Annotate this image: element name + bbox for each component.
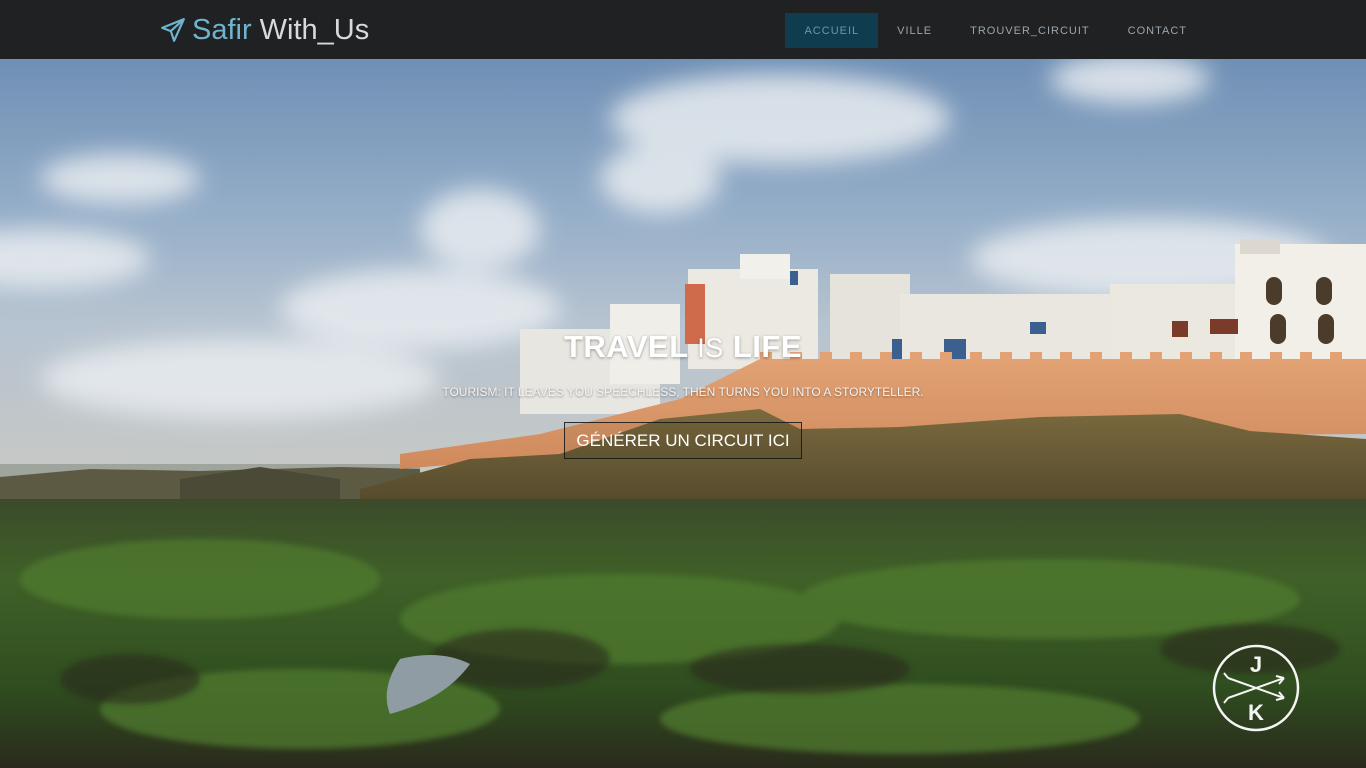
brand-logo[interactable]: Safir With_Us [160, 12, 369, 48]
hero-section: TRAVEL IS LIFE TOURISM: IT LEAVES YOU SP… [0, 59, 1366, 768]
nav-item-trouver-circuit[interactable]: TROUVER_CIRCUIT [951, 13, 1109, 48]
nav-item-contact[interactable]: CONTACT [1109, 13, 1206, 48]
hero-title: TRAVEL IS LIFE [0, 329, 1366, 365]
hero-title-is: IS [697, 333, 724, 363]
paper-plane-icon [161, 18, 185, 42]
hero-title-travel: TRAVEL [563, 329, 689, 364]
logo-letter-k: K [1248, 700, 1264, 725]
nav-item-ville[interactable]: VILLE [878, 13, 951, 48]
hero-subtitle: TOURISM: IT LEAVES YOU SPEECHLESS, THEN … [442, 385, 924, 399]
hero-title-life: LIFE [732, 329, 803, 364]
hero-content: TRAVEL IS LIFE TOURISM: IT LEAVES YOU SP… [0, 329, 1366, 459]
brand-name-secondary: With_Us [259, 13, 370, 46]
generate-circuit-button[interactable]: GÉNÉRER UN CIRCUIT ICI [564, 422, 802, 459]
jk-arrows-logo: J K [1212, 644, 1300, 732]
nav-item-accueil[interactable]: ACCUEIL [785, 13, 879, 48]
nav-menu: ACCUEIL VILLE TROUVER_CIRCUIT CONTACT [785, 13, 1206, 48]
brand-name-primary: Safir [192, 13, 252, 46]
logo-letter-j: J [1250, 652, 1262, 677]
top-navbar: Safir With_Us ACCUEIL VILLE TROUVER_CIRC… [0, 0, 1366, 59]
